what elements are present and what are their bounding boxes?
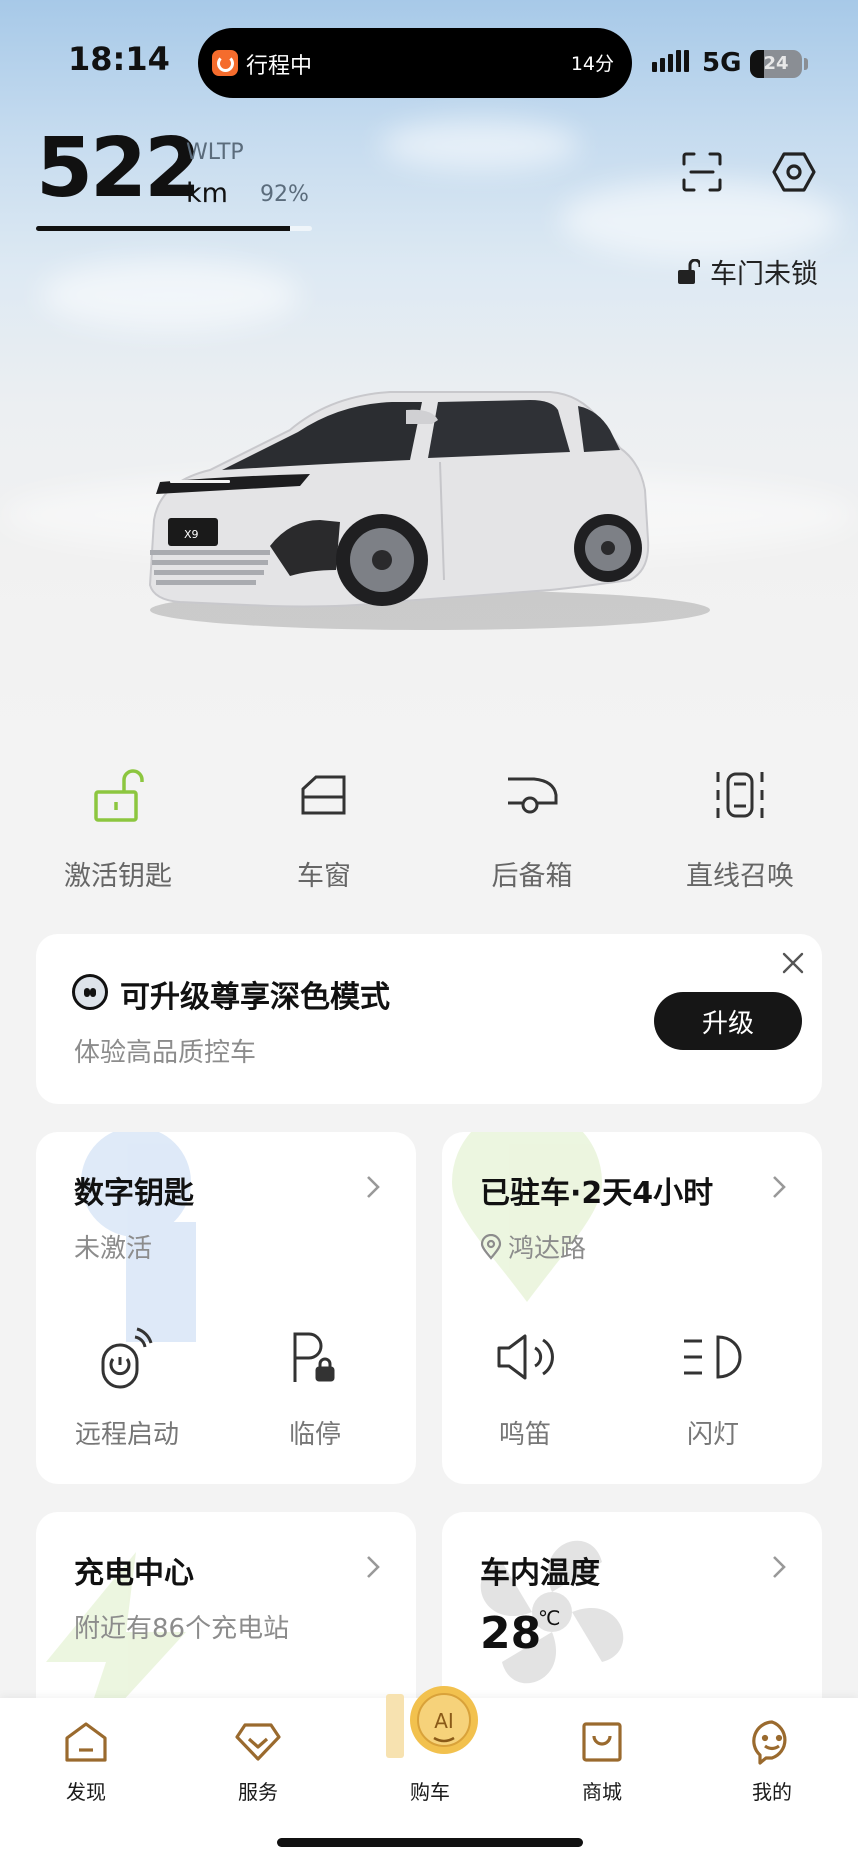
didi-app-icon <box>212 50 238 76</box>
cabin-temp-value: 28 <box>480 1608 542 1659</box>
profile-face-icon <box>752 1720 787 1765</box>
quick-trunk[interactable]: 后备箱 <box>432 760 632 893</box>
trunk-icon <box>508 777 558 814</box>
quick-activate-key[interactable]: 激活钥匙 <box>18 760 218 893</box>
close-icon[interactable] <box>778 948 808 978</box>
horn-label: 鸣笛 <box>498 1420 551 1450</box>
cellular-signal-icon <box>652 50 689 72</box>
tab-label-mine: 我的 <box>752 1780 792 1804</box>
flash-lights-button[interactable]: 闪灯 <box>638 1322 788 1451</box>
settings-icon[interactable] <box>768 146 820 198</box>
chevron-right-icon[interactable] <box>766 1172 792 1202</box>
parking-status-card[interactable]: 已驻车·2天4小时 鸿达路 鸣笛 闪灯 <box>442 1132 822 1484</box>
charging-title: 充电中心 <box>74 1556 194 1591</box>
door-status-label: 车门未锁 <box>710 259 818 290</box>
cabin-temp-unit: ℃ <box>538 1606 561 1630</box>
parking-lock-icon <box>293 1332 335 1382</box>
flash-lights-label: 闪灯 <box>686 1420 739 1450</box>
tab-label-buy-car: 购车 <box>410 1780 450 1804</box>
parking-location[interactable]: 鸿达路 <box>480 1228 586 1265</box>
cabin-temp-title: 车内温度 <box>480 1556 600 1591</box>
battery-nub <box>804 58 808 70</box>
tab-label-mall: 商城 <box>582 1780 622 1804</box>
live-activity-label: 行程中 <box>246 54 313 79</box>
home-icon <box>65 1722 107 1762</box>
temporary-parking-label: 临停 <box>288 1420 341 1450</box>
scan-icon[interactable] <box>676 146 728 198</box>
headlight-icon <box>684 1335 742 1379</box>
digital-key-card[interactable]: 数字钥匙 未激活 远程启动 临停 <box>36 1132 416 1484</box>
range-standard: WLTP <box>186 140 244 165</box>
tab-service[interactable]: 服务 <box>198 1714 318 1805</box>
quick-controls: 激活钥匙 车窗 后备箱 直线召唤 <box>0 760 858 910</box>
status-time: 18:14 <box>68 40 170 78</box>
horn-button[interactable]: 鸣笛 <box>450 1322 600 1451</box>
upgrade-button[interactable]: 升级 <box>654 992 802 1050</box>
remote-start-label: 远程启动 <box>74 1420 179 1450</box>
window-icon <box>301 775 346 815</box>
tab-label-service: 服务 <box>238 1780 278 1804</box>
parking-location-label: 鸿达路 <box>508 1234 587 1264</box>
battery-progress-fill <box>36 226 290 231</box>
unlocked-padlock-icon <box>678 258 700 284</box>
ai-badge-label: AI <box>434 1709 454 1733</box>
summon-icon <box>716 772 764 818</box>
chevron-right-icon[interactable] <box>360 1172 386 1202</box>
quick-summon[interactable]: 直线召唤 <box>640 760 840 893</box>
quick-label-activate-key: 激活钥匙 <box>64 861 172 892</box>
digital-key-status: 未激活 <box>74 1234 153 1264</box>
tab-label-discover: 发现 <box>66 1780 106 1804</box>
remote-start-button[interactable]: 远程启动 <box>52 1322 202 1451</box>
robot-avatar-icon <box>72 974 108 1010</box>
door-status[interactable]: 车门未锁 <box>676 252 818 291</box>
battery-percent: 92% <box>260 182 309 207</box>
home-indicator <box>277 1838 583 1847</box>
range-unit: km <box>186 178 228 209</box>
battery-icon: 24 <box>750 50 802 78</box>
live-activity-pill[interactable]: 行程中 14分 <box>198 28 632 98</box>
digital-key-title: 数字钥匙 <box>74 1176 194 1211</box>
battery-progress-bar <box>36 226 312 231</box>
vehicle-image: X9 <box>148 391 710 630</box>
unlock-icon <box>94 769 144 822</box>
quick-label-window: 车窗 <box>297 861 351 892</box>
horn-icon <box>497 1334 554 1380</box>
parking-title: 已驻车·2天4小时 <box>480 1176 714 1211</box>
temporary-parking-button[interactable]: 临停 <box>240 1322 390 1451</box>
live-activity-minutes: 14分 <box>570 53 614 75</box>
shopping-bag-icon <box>582 1722 622 1762</box>
network-type: 5G <box>702 48 742 78</box>
map-pin-icon <box>480 1233 502 1260</box>
quick-label-summon: 直线召唤 <box>686 861 794 892</box>
ai-assistant-icon[interactable]: AI <box>384 1680 484 1764</box>
svg-text:X9: X9 <box>184 528 199 541</box>
charging-subtitle: 附近有86个充电站 <box>74 1614 290 1644</box>
diamond-icon <box>235 1723 281 1761</box>
dark-mode-promo-card[interactable]: 可升级尊享深色模式 体验高品质控车 升级 <box>36 934 822 1104</box>
location-watermark-icon <box>452 1132 602 1302</box>
promo-subtitle: 体验高品质控车 <box>74 1038 257 1068</box>
range-value: 522 <box>36 121 201 216</box>
tab-discover[interactable]: 发现 <box>26 1714 146 1805</box>
battery-level: 24 <box>763 53 789 74</box>
quick-label-trunk: 后备箱 <box>491 861 573 892</box>
tab-mine[interactable]: 我的 <box>712 1714 832 1805</box>
chevron-right-icon[interactable] <box>360 1552 386 1582</box>
promo-title: 可升级尊享深色模式 <box>120 980 390 1015</box>
remote-start-icon <box>101 1327 153 1389</box>
tab-mall[interactable]: 商城 <box>542 1714 662 1805</box>
chevron-right-icon[interactable] <box>766 1552 792 1582</box>
quick-window[interactable]: 车窗 <box>224 760 424 893</box>
